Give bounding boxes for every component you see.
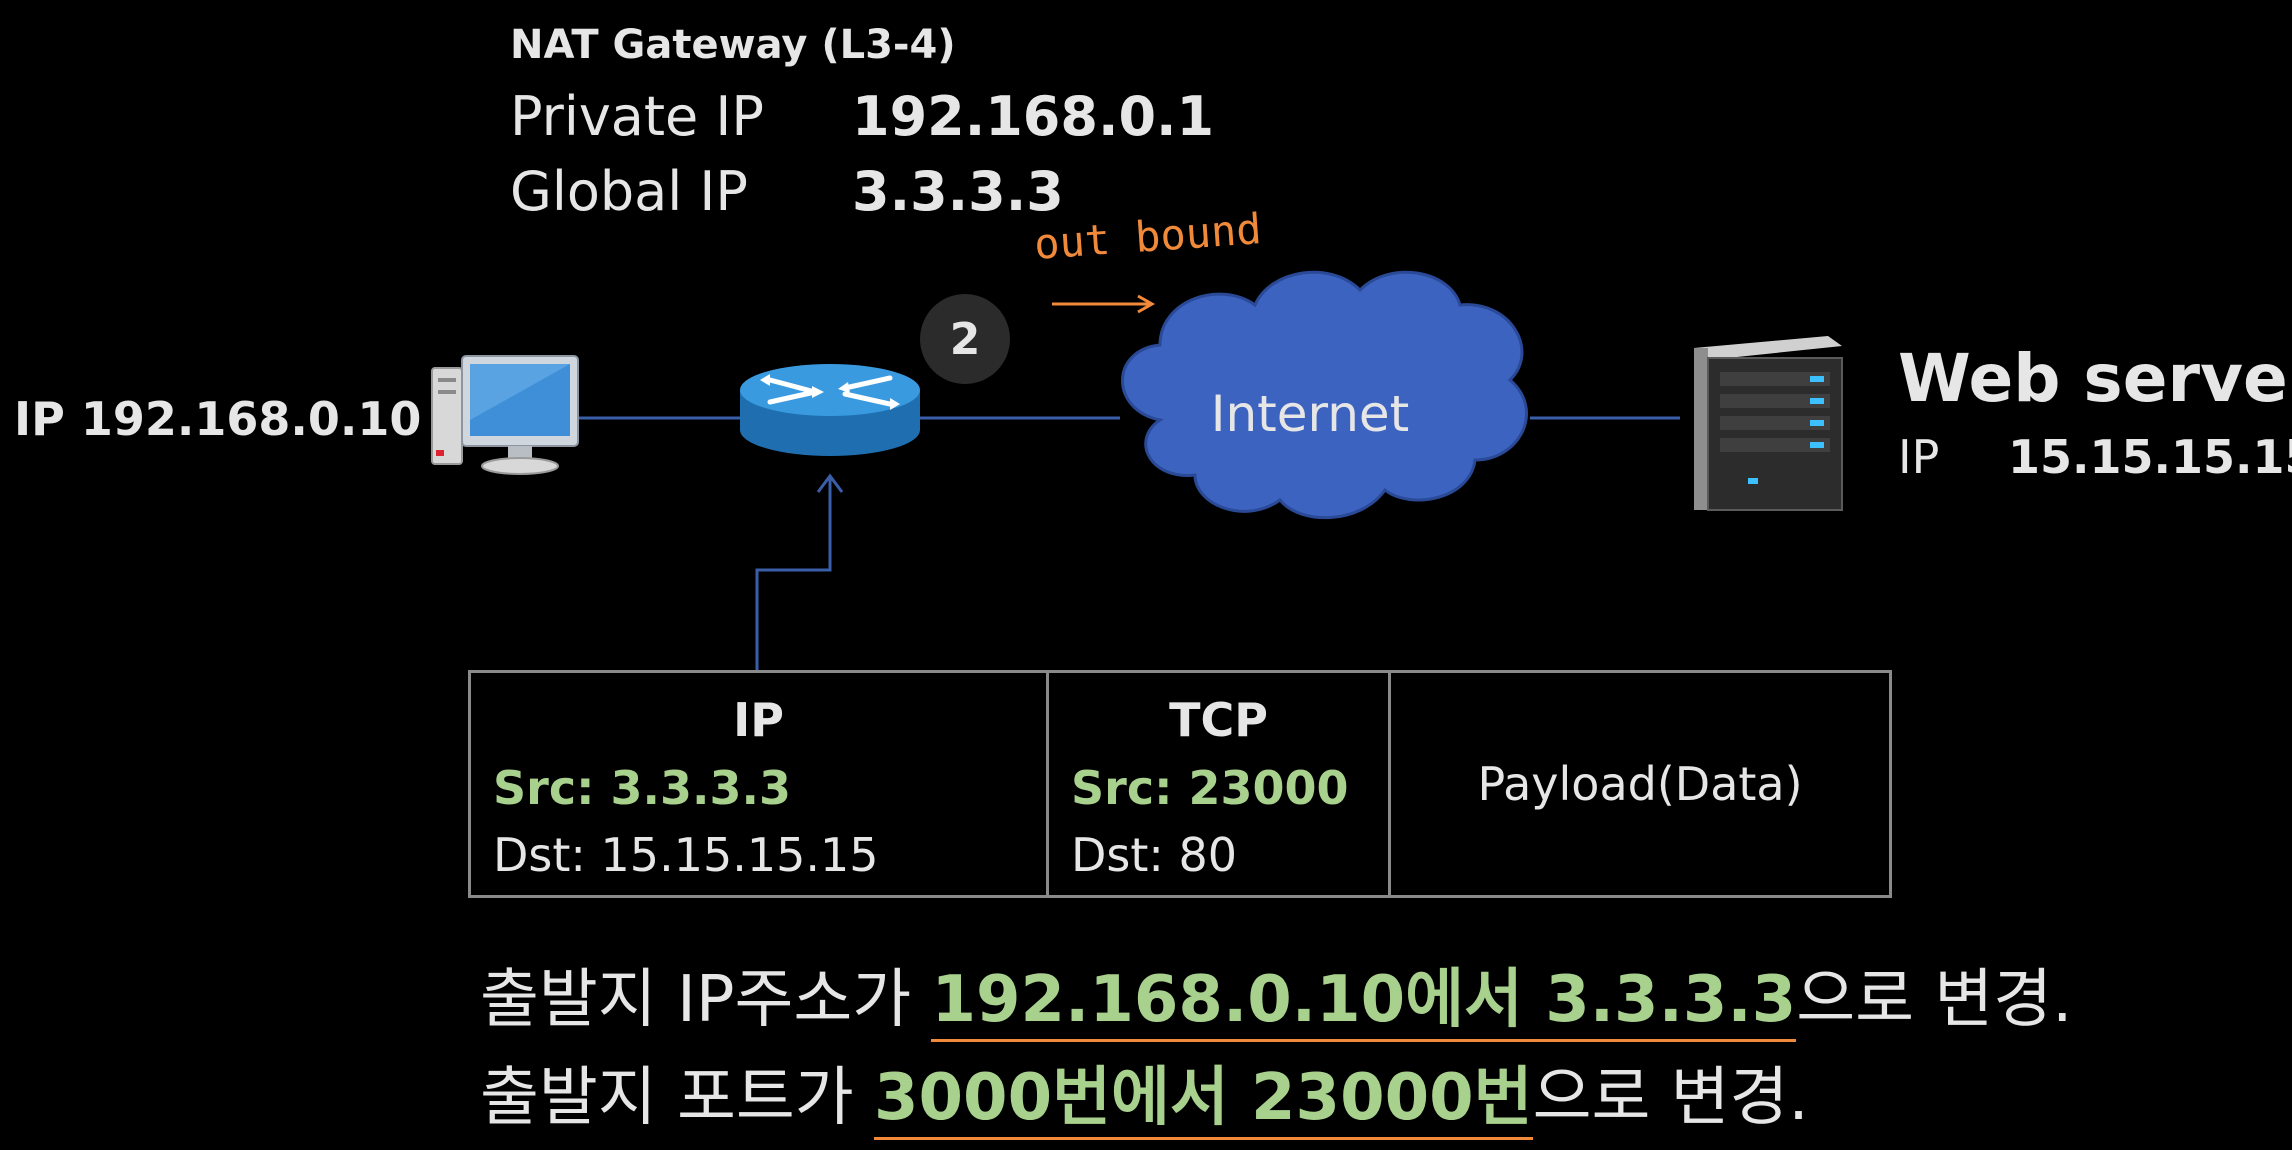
- global-ip-value: 3.3.3.3: [852, 160, 1064, 223]
- ip-dst: Dst: 15.15.15.15: [493, 828, 879, 882]
- note-ip-after: 으로 변경.: [1796, 963, 2073, 1037]
- ip-src: Src: 3.3.3.3: [493, 761, 791, 815]
- computer-icon: [431, 355, 579, 475]
- ip-header-title: IP: [733, 693, 784, 747]
- note-port-before: 출발지 포트가: [480, 1061, 874, 1135]
- server-ip-value: 15.15.15.15: [2008, 430, 2292, 484]
- tcp-src: Src: 23000: [1071, 761, 1349, 815]
- note-ip-before: 출발지 IP주소가: [480, 963, 932, 1037]
- note-port-change: 출발지 포트가 3000번에서 23000번으로 변경.: [480, 1046, 1809, 1140]
- payload-cell: Payload(Data): [1391, 673, 1889, 895]
- note-port-after: 으로 변경.: [1532, 1061, 1809, 1135]
- note-ip-change: 출발지 IP주소가 192.168.0.10에서 3.3.3.3으로 변경.: [480, 948, 2073, 1042]
- packet-to-router-arrow: [755, 478, 832, 670]
- server-ip-label: IP: [1898, 430, 1940, 484]
- tcp-dst: Dst: 80: [1071, 828, 1238, 882]
- router-icon: [740, 364, 920, 456]
- ip-header-cell: IP Src: 3.3.3.3 Dst: 15.15.15.15: [471, 673, 1049, 895]
- payload-label: Payload(Data): [1477, 757, 1803, 811]
- packet-table: IP Src: 3.3.3.3 Dst: 15.15.15.15 TCP Src…: [468, 670, 1892, 898]
- client-ip-label: IP 192.168.0.10: [14, 392, 422, 446]
- tcp-header-title: TCP: [1169, 693, 1268, 747]
- global-ip-label: Global IP: [510, 160, 748, 223]
- server-icon: [1694, 336, 1843, 511]
- internet-label: Internet: [1210, 385, 1410, 443]
- private-ip-value: 192.168.0.1: [852, 85, 1215, 148]
- tcp-header-cell: TCP Src: 23000 Dst: 80: [1049, 673, 1391, 895]
- note-ip-highlight: 192.168.0.10에서 3.3.3.3: [931, 963, 1797, 1042]
- nat-gateway-title: NAT Gateway (L3-4): [510, 22, 956, 68]
- private-ip-label: Private IP: [510, 85, 764, 148]
- step-number-badge: 2: [920, 294, 1010, 384]
- note-port-highlight: 3000번에서 23000번: [873, 1061, 1533, 1140]
- web-server-title: Web server: [1898, 340, 2292, 417]
